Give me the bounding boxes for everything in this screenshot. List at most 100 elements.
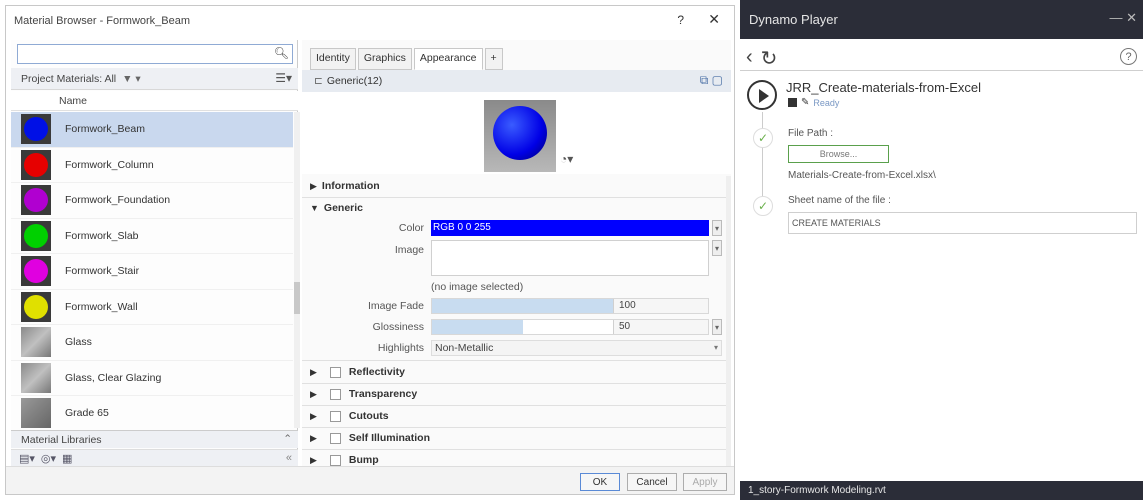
- image-options-button[interactable]: ▾: [712, 240, 722, 256]
- material-name: Formwork_Column: [65, 158, 154, 171]
- list-item[interactable]: Glass: [11, 325, 293, 361]
- play-button[interactable]: [747, 80, 777, 110]
- highlights-select[interactable]: Non-Metallic ▾: [431, 340, 722, 356]
- material-name: Formwork_Foundation: [65, 194, 171, 207]
- library-menu-icon[interactable]: ▤▾: [19, 452, 35, 465]
- asset-browser-icon[interactable]: ▦: [62, 452, 72, 465]
- apply-button[interactable]: Apply: [683, 473, 727, 491]
- material-name: Glass, Clear Glazing: [65, 371, 162, 384]
- transparency-checkbox[interactable]: [329, 388, 341, 400]
- list-view-icon[interactable]: ☰▾: [275, 71, 292, 85]
- filter-icon[interactable]: ▼ ▾: [122, 73, 141, 85]
- add-tab-button[interactable]: +: [484, 48, 503, 70]
- tab-identity[interactable]: Identity: [310, 48, 356, 70]
- check-icon: ✓: [753, 128, 773, 148]
- close-button[interactable]: ✕: [708, 11, 720, 28]
- image-fade-slider[interactable]: 100: [431, 298, 709, 314]
- preview-options-icon[interactable]: ◔▾: [560, 152, 573, 166]
- name-column-header[interactable]: Name: [11, 91, 298, 111]
- image-field[interactable]: [431, 240, 709, 276]
- section-cutouts[interactable]: ▶ Cutouts: [310, 406, 389, 426]
- sheet-name-input[interactable]: CREATE MATERIALS: [788, 212, 1137, 234]
- list-item[interactable]: Formwork_Stair: [11, 254, 293, 290]
- save-icon[interactable]: [788, 98, 797, 107]
- library-toolbar: ▤▾ ◎▾ ▦ «: [11, 449, 298, 467]
- material-list-scrollbar[interactable]: [294, 112, 300, 428]
- material-name: Formwork_Stair: [65, 265, 140, 278]
- properties-scrollbar[interactable]: [726, 176, 731, 466]
- list-item[interactable]: Formwork_Slab: [11, 219, 293, 254]
- search-input[interactable]: 🔍︎: [17, 44, 293, 64]
- status-bar: 1_story-Formwork Modeling.rvt: [740, 481, 1143, 500]
- material-list-pane: 🔍︎ Project Materials: All ▼ ▾ ☰▾ Name Fo…: [11, 40, 300, 467]
- highlights-label: Highlights: [377, 342, 424, 354]
- material-name: Glass: [65, 336, 92, 349]
- cancel-button[interactable]: Cancel: [627, 473, 677, 491]
- asset-icon: ⊏: [314, 75, 323, 87]
- document-name: 1_story-Formwork Modeling.rvt: [748, 485, 886, 496]
- material-name: Formwork_Slab: [65, 229, 139, 242]
- dialog-button-bar: OK Cancel Apply: [6, 466, 734, 494]
- window-title: Dynamo Player: [749, 12, 838, 27]
- project-materials-label[interactable]: Project Materials: All: [21, 73, 116, 85]
- help-button[interactable]: ?: [677, 13, 684, 27]
- reflectivity-checkbox[interactable]: [329, 366, 341, 378]
- section-label: Transparency: [348, 388, 418, 400]
- section-self-illumination[interactable]: ▶ Self Illumination: [310, 428, 430, 448]
- glossiness-slider[interactable]: 50: [431, 319, 709, 335]
- color-options-button[interactable]: ▾: [712, 220, 722, 236]
- image-fade-value[interactable]: 100: [613, 299, 708, 313]
- list-item[interactable]: Formwork_Foundation: [11, 183, 293, 219]
- image-fade-label: Image Fade: [367, 300, 424, 312]
- search-icon[interactable]: 🔍︎: [274, 46, 289, 60]
- list-item[interactable]: Formwork_Wall: [11, 290, 293, 325]
- status-text: Ready: [813, 97, 840, 108]
- self-illumination-checkbox[interactable]: [329, 432, 341, 444]
- material-name: Grade 65: [65, 407, 109, 420]
- section-information[interactable]: ▶ Information: [310, 176, 380, 196]
- glossiness-value[interactable]: 50: [613, 320, 708, 334]
- refresh-icon[interactable]: ↻: [761, 46, 778, 71]
- section-label: Bump: [348, 454, 379, 466]
- material-preview: [484, 100, 556, 172]
- file-path-label: File Path :: [788, 128, 834, 139]
- material-editor-pane: Identity Graphics Appearance + ⊏ Generic…: [302, 40, 731, 466]
- color-field[interactable]: RGB 0 0 255: [431, 220, 709, 236]
- list-item[interactable]: Grade 65: [11, 396, 293, 428]
- glossiness-options-button[interactable]: ▾: [712, 319, 722, 335]
- list-item[interactable]: Glass, Clear Glazing: [11, 361, 293, 396]
- help-icon[interactable]: ?: [1120, 48, 1137, 65]
- dynamo-player-window: Dynamo Player — ✕ ‹ ↻ ? JRR_Create-mater…: [740, 0, 1143, 500]
- ok-button[interactable]: OK: [580, 473, 620, 491]
- material-libraries-bar[interactable]: Material Libraries ⌃: [11, 430, 298, 448]
- section-transparency[interactable]: ▶ Transparency: [310, 384, 417, 404]
- expand-libraries-icon[interactable]: ⌃: [283, 433, 292, 445]
- section-reflectivity[interactable]: ▶ Reflectivity: [310, 362, 405, 382]
- edit-icon[interactable]: ✎: [801, 97, 809, 108]
- tab-appearance[interactable]: Appearance: [413, 48, 483, 70]
- section-label: Generic: [323, 202, 364, 214]
- material-browser-window: Material Browser - Formwork_Beam ? ✕ 🔍︎ …: [5, 5, 735, 495]
- window-controls[interactable]: — ✕: [1109, 10, 1137, 26]
- project-materials-bar[interactable]: Project Materials: All ▼ ▾ ☰▾: [11, 68, 298, 90]
- duplicate-asset-icon[interactable]: ⧉ ▢: [700, 73, 723, 88]
- back-icon[interactable]: ‹: [746, 46, 753, 71]
- preview-area: ◔▾: [302, 92, 731, 174]
- list-item[interactable]: Formwork_Beam: [11, 112, 293, 148]
- asset-bar: ⊏ Generic(12) ⧉ ▢: [302, 70, 731, 92]
- browse-button[interactable]: Browse...: [788, 145, 889, 163]
- material-swatch: [21, 149, 51, 180]
- create-material-icon[interactable]: ◎▾: [41, 452, 56, 465]
- list-item[interactable]: Formwork_Column: [11, 148, 293, 183]
- section-label: Self Illumination: [348, 432, 431, 444]
- title-bar: Dynamo Player — ✕: [740, 0, 1143, 39]
- tab-graphics[interactable]: Graphics: [357, 48, 412, 70]
- section-generic[interactable]: ▼ Generic: [310, 198, 363, 218]
- section-label: Reflectivity: [348, 366, 405, 378]
- highlights-value: Non-Metallic: [435, 342, 494, 354]
- material-swatch: [21, 185, 51, 216]
- collapse-panel-icon[interactable]: «: [286, 452, 292, 464]
- bump-checkbox[interactable]: [329, 454, 341, 466]
- cutouts-checkbox[interactable]: [329, 410, 341, 422]
- column-header-label: Name: [59, 94, 88, 107]
